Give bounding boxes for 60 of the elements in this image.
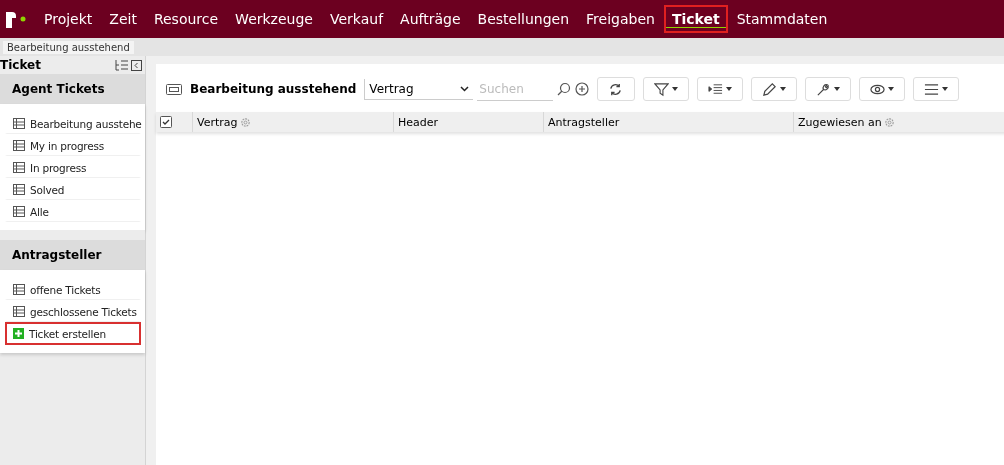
indent-button[interactable] <box>697 77 744 101</box>
nav-tab[interactable]: Verkauf <box>321 5 392 33</box>
caret-icon <box>834 87 841 91</box>
nav-tab[interactable]: Resource <box>145 5 227 33</box>
caret-icon <box>726 87 733 91</box>
logo-icon[interactable] <box>4 9 28 29</box>
column-header[interactable]: Antragsteller <box>548 115 620 129</box>
list-icon <box>13 118 25 129</box>
sidebar-item[interactable]: offene Tickets <box>5 278 141 300</box>
collapse-icon[interactable] <box>131 59 142 71</box>
indent-icon <box>708 81 724 97</box>
chevron-down-icon <box>460 85 470 92</box>
column-header[interactable]: Vertrag <box>197 115 238 129</box>
column-header[interactable]: Zugewiesen an <box>798 115 882 129</box>
list-icon <box>13 306 25 317</box>
pencil-icon <box>762 81 778 97</box>
add-icon <box>13 328 24 339</box>
caret-icon <box>888 87 895 91</box>
pencil-button[interactable] <box>751 77 798 101</box>
column-header[interactable]: Header <box>398 115 439 129</box>
search-icon[interactable] <box>557 82 572 96</box>
caret-icon <box>780 87 787 91</box>
section-header: Antragsteller <box>0 240 145 270</box>
nav-tab[interactable]: Bestellungen <box>469 5 578 33</box>
view-title: Bearbeitung ausstehend <box>190 82 357 96</box>
nav-tab[interactable]: Projekt <box>36 5 101 33</box>
sidebar-item[interactable]: Solved <box>5 178 141 200</box>
sidebar-item[interactable]: My in progress <box>5 134 141 156</box>
sidebar-item[interactable]: Ticket erstellen <box>5 322 141 345</box>
filter-button[interactable] <box>643 77 690 101</box>
section-header: Agent Tickets <box>0 74 145 104</box>
nav-tab[interactable]: Stammdaten <box>728 5 836 33</box>
add-circle-icon[interactable] <box>575 82 590 96</box>
refresh-icon <box>608 81 624 97</box>
menu-icon <box>924 81 940 97</box>
caret-icon <box>942 87 949 91</box>
sidebar-title: Ticket <box>0 58 41 72</box>
breadcrumb-tab[interactable]: Bearbeitung ausstehend <box>3 40 134 54</box>
refresh-button[interactable] <box>597 77 636 101</box>
nav-tab[interactable]: Aufträge <box>392 5 469 33</box>
caret-icon <box>672 87 679 91</box>
checkbox[interactable] <box>160 116 172 128</box>
list-icon <box>13 140 25 151</box>
nav-tab[interactable]: Freigaben <box>578 5 663 33</box>
sidebar-item[interactable]: geschlossene Tickets <box>5 300 141 322</box>
column-select[interactable]: Vertrag <box>364 78 474 100</box>
nav-tab[interactable]: Ticket <box>663 5 728 33</box>
filter-icon <box>654 81 670 97</box>
list-icon <box>13 284 25 295</box>
list-icon <box>13 162 25 173</box>
ticket-icon <box>166 83 182 95</box>
menu-button[interactable] <box>913 77 960 101</box>
sidebar-item[interactable]: Bearbeitung ausstehe <box>5 112 141 134</box>
list-icon <box>13 206 25 217</box>
sidebar-item[interactable]: Alle <box>5 200 141 222</box>
sidebar-item[interactable]: In progress <box>5 156 141 178</box>
list-icon <box>13 184 25 195</box>
nav-tab[interactable]: Zeit <box>101 5 145 33</box>
eye-button[interactable] <box>859 77 906 101</box>
nav-tab[interactable]: Werkzeuge <box>227 5 321 33</box>
